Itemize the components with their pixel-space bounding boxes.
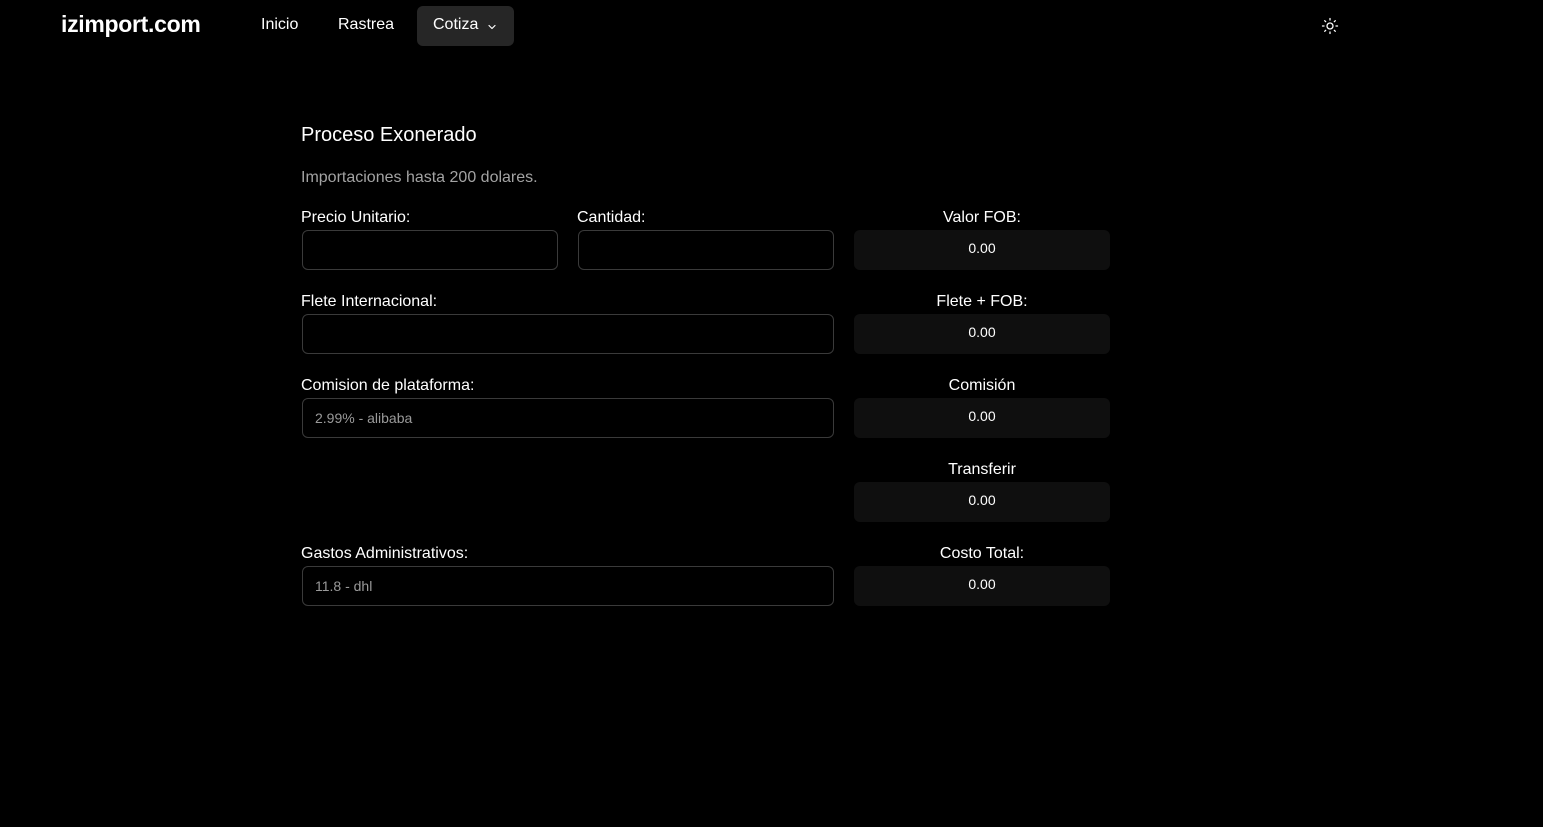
valor-fob-output: 0.00: [854, 230, 1110, 270]
nav-rastrea-link[interactable]: Rastrea: [338, 16, 394, 34]
transferir-label: Transferir: [948, 461, 1016, 478]
flete-fob-label: Flete + FOB:: [936, 293, 1028, 310]
flete-fob-output: 0.00: [854, 314, 1110, 354]
page-title: Proceso Exonerado: [301, 124, 477, 146]
nav-inicio-link[interactable]: Inicio: [261, 16, 298, 34]
gastos-administrativos-label: Gastos Administrativos:: [301, 545, 469, 562]
comision-plataforma-input[interactable]: [302, 398, 834, 438]
cantidad-label: Cantidad:: [577, 209, 646, 226]
costo-total-output: 0.00: [854, 566, 1110, 606]
valor-fob-label: Valor FOB:: [943, 209, 1021, 226]
flete-internacional-input[interactable]: [302, 314, 834, 354]
comision-output: 0.00: [854, 398, 1110, 438]
costo-total-label: Costo Total:: [939, 545, 1025, 562]
comision-label: Comisión: [948, 377, 1016, 394]
precio-unitario-label: Precio Unitario:: [301, 209, 411, 226]
comision-plataforma-label: Comision de plataforma:: [301, 377, 475, 394]
sun-icon[interactable]: [1320, 16, 1340, 36]
precio-unitario-input[interactable]: [302, 230, 558, 270]
chevron-down-icon: [488, 24, 496, 30]
gastos-administrativos-input[interactable]: [302, 566, 834, 606]
brand-logo[interactable]: izimport.com: [61, 11, 201, 38]
top-navbar: izimport.com Inicio Rastrea Cotiza: [0, 0, 1543, 52]
flete-internacional-label: Flete Internacional:: [301, 293, 438, 310]
page-subtitle: Importaciones hasta 200 dolares.: [301, 169, 538, 186]
nav-cotiza-label: Cotiza: [433, 16, 479, 33]
nav-cotiza-dropdown[interactable]: Cotiza: [417, 6, 514, 46]
cantidad-input[interactable]: [578, 230, 834, 270]
transferir-output: 0.00: [854, 482, 1110, 522]
